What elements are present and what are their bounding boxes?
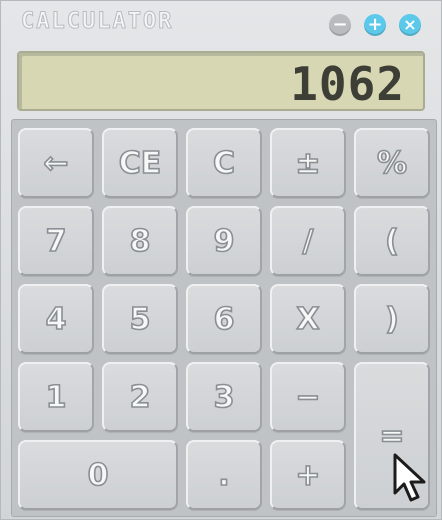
digit-8-button[interactable]: 8 <box>102 206 178 276</box>
percent-label: % <box>376 145 408 182</box>
multiply-button[interactable]: X <box>270 284 346 354</box>
display-screen: 1062 <box>17 51 425 111</box>
digit-8-label: 8 <box>129 223 151 260</box>
backspace-button[interactable]: ← <box>18 128 94 198</box>
digit-5-label: 5 <box>129 301 151 338</box>
digit-7-button[interactable]: 7 <box>18 206 94 276</box>
digit-0-label: 0 <box>87 457 109 494</box>
digit-1-label: 1 <box>45 379 67 416</box>
backspace-label: ← <box>43 145 70 182</box>
percent-button[interactable]: % <box>354 128 430 198</box>
digit-0-button[interactable]: 0 <box>18 440 178 510</box>
close-button[interactable]: × <box>399 14 421 36</box>
close-paren-button[interactable]: ) <box>354 284 430 354</box>
digit-9-button[interactable]: 9 <box>186 206 262 276</box>
digit-4-label: 4 <box>45 301 67 338</box>
clear-button[interactable]: C <box>186 128 262 198</box>
decimal-point-button[interactable]: . <box>186 440 262 510</box>
display-value: 1062 <box>290 57 405 111</box>
digit-2-label: 2 <box>129 379 151 416</box>
clear-entry-label: CE <box>118 145 162 182</box>
mouse-pointer-icon <box>393 453 426 502</box>
plus-label: + <box>295 457 322 494</box>
maximize-button[interactable]: + <box>364 14 386 36</box>
minus-button[interactable]: − <box>270 362 346 432</box>
digit-9-label: 9 <box>213 223 235 260</box>
digit-4-button[interactable]: 4 <box>18 284 94 354</box>
digit-6-label: 6 <box>213 301 235 338</box>
decimal-point-label: . <box>217 457 230 494</box>
digit-2-button[interactable]: 2 <box>102 362 178 432</box>
title-bar[interactable]: CALCULATOR − + × <box>1 1 442 45</box>
multiply-label: X <box>296 301 321 338</box>
open-paren-button[interactable]: ( <box>354 206 430 276</box>
minimize-button[interactable]: − <box>329 14 351 36</box>
digit-7-label: 7 <box>45 223 67 260</box>
plus-button[interactable]: + <box>270 440 346 510</box>
clear-entry-button[interactable]: CE <box>102 128 178 198</box>
minus-label: − <box>295 379 322 416</box>
divide-label: / <box>302 223 315 260</box>
plus-minus-label: ± <box>295 145 322 182</box>
divide-button[interactable]: / <box>270 206 346 276</box>
digit-3-button[interactable]: 3 <box>186 362 262 432</box>
keypad: ← CE C ± % 7 8 9 / ( 4 5 6 X ) 1 2 3 − =… <box>11 119 437 517</box>
equals-label: = <box>379 418 406 455</box>
digit-1-button[interactable]: 1 <box>18 362 94 432</box>
digit-6-button[interactable]: 6 <box>186 284 262 354</box>
plus-minus-button[interactable]: ± <box>270 128 346 198</box>
calculator-window: CALCULATOR − + × 1062 ← CE C ± % 7 8 9 /… <box>0 0 442 520</box>
open-paren-label: ( <box>384 223 399 260</box>
digit-5-button[interactable]: 5 <box>102 284 178 354</box>
close-paren-label: ) <box>384 301 399 338</box>
clear-label: C <box>212 145 236 182</box>
digit-3-label: 3 <box>213 379 235 416</box>
window-title: CALCULATOR <box>20 9 174 35</box>
